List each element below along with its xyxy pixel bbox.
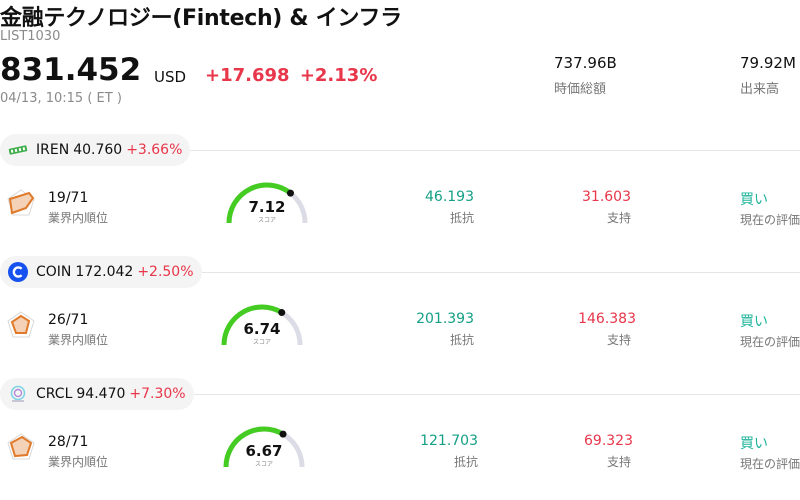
stock-change: +3.66% bbox=[126, 142, 183, 158]
support-value: 31.603 bbox=[582, 189, 631, 205]
score-gauge: 6.74 スコア bbox=[217, 301, 307, 357]
gauge-marker bbox=[286, 189, 294, 197]
ticker: IREN bbox=[36, 142, 70, 158]
rating-value: 買い bbox=[740, 192, 768, 208]
rating-label: 現在の評価 bbox=[740, 213, 800, 227]
timestamp: 04/13, 10:15 ( ET ) bbox=[0, 91, 122, 106]
stock-pill[interactable]: CRCL 94.470 +7.30% bbox=[0, 378, 194, 410]
radar-chart-icon bbox=[6, 432, 36, 462]
industry-rank-label: 業界内順位 bbox=[48, 455, 109, 469]
resistance-value: 121.703 bbox=[420, 433, 478, 449]
gauge-marker bbox=[278, 309, 286, 317]
score-value: 6.74 bbox=[243, 320, 281, 338]
volume-label: 出来高 bbox=[740, 82, 780, 97]
coinbase-logo-icon bbox=[8, 262, 28, 282]
divider bbox=[194, 394, 800, 395]
gauge-marker bbox=[279, 430, 287, 438]
index-price: 831.452 bbox=[0, 52, 142, 88]
radar-chart-icon bbox=[6, 310, 36, 340]
stock-row[interactable]: IREN 40.760 +3.66% 19/71 業界内順位 7.12 スコア … bbox=[0, 134, 800, 256]
industry-rank-label: 業界内順位 bbox=[48, 211, 109, 225]
industry-rank: 19/71 bbox=[48, 190, 89, 206]
rating-value: 買い bbox=[740, 436, 768, 452]
industry-rank-label: 業界内順位 bbox=[48, 333, 109, 347]
score-gauge: 6.67 スコア bbox=[219, 423, 309, 479]
industry-rank: 28/71 bbox=[48, 434, 89, 450]
divider bbox=[202, 272, 800, 273]
stock-row[interactable]: COIN 172.042 +2.50% 26/71 業界内順位 6.74 スコア… bbox=[0, 256, 800, 378]
resistance-label: 抵抗 bbox=[449, 211, 474, 225]
support-value: 69.323 bbox=[584, 433, 633, 449]
market-cap-label: 時価総額 bbox=[554, 82, 607, 97]
divider bbox=[190, 150, 800, 151]
currency-label: USD bbox=[154, 68, 187, 86]
score-label: スコア bbox=[254, 461, 273, 468]
page-title: 金融テクノロジー(Fintech) & インフラ bbox=[0, 6, 402, 31]
stock-price: 40.760 bbox=[73, 142, 123, 158]
stock-pill[interactable]: IREN 40.760 +3.66% bbox=[0, 134, 191, 166]
stock-row[interactable]: CRCL 94.470 +7.30% 28/71 業界内順位 6.67 スコア … bbox=[0, 378, 800, 500]
score-gauge: 7.12 スコア bbox=[222, 179, 312, 235]
resistance-label: 抵抗 bbox=[453, 455, 478, 469]
score-value: 7.12 bbox=[248, 198, 286, 216]
iren-logo-icon bbox=[8, 140, 28, 160]
support-label: 支持 bbox=[606, 455, 631, 469]
list-code: LIST1030 bbox=[0, 29, 61, 44]
volume-value: 79.92M bbox=[740, 54, 796, 72]
market-cap-value: 737.96B bbox=[554, 54, 617, 72]
circle-logo-icon bbox=[8, 384, 28, 404]
rating-value: 買い bbox=[740, 314, 768, 330]
resistance-value: 46.193 bbox=[425, 189, 474, 205]
ticker: COIN bbox=[36, 264, 72, 280]
score-value: 6.67 bbox=[245, 442, 283, 460]
support-label: 支持 bbox=[606, 333, 631, 347]
stock-change: +7.30% bbox=[129, 386, 186, 402]
resistance-value: 201.393 bbox=[416, 311, 474, 327]
radar-chart-icon bbox=[6, 188, 36, 218]
stock-price: 172.042 bbox=[75, 264, 134, 280]
score-label: スコア bbox=[252, 339, 271, 346]
industry-rank: 26/71 bbox=[48, 312, 89, 328]
price-change: +17.698 +2.13% bbox=[205, 65, 377, 86]
rating-label: 現在の評価 bbox=[740, 335, 800, 349]
support-value: 146.383 bbox=[578, 311, 636, 327]
support-label: 支持 bbox=[606, 211, 631, 225]
score-label: スコア bbox=[257, 217, 276, 224]
stock-change: +2.50% bbox=[137, 264, 194, 280]
ticker: CRCL bbox=[36, 386, 73, 402]
resistance-label: 抵抗 bbox=[449, 333, 474, 347]
rating-label: 現在の評価 bbox=[740, 457, 800, 471]
change-percent: +2.13% bbox=[299, 65, 378, 86]
stock-price: 94.470 bbox=[76, 386, 126, 402]
change-value: +17.698 bbox=[205, 65, 290, 86]
stock-pill[interactable]: COIN 172.042 +2.50% bbox=[0, 256, 202, 288]
